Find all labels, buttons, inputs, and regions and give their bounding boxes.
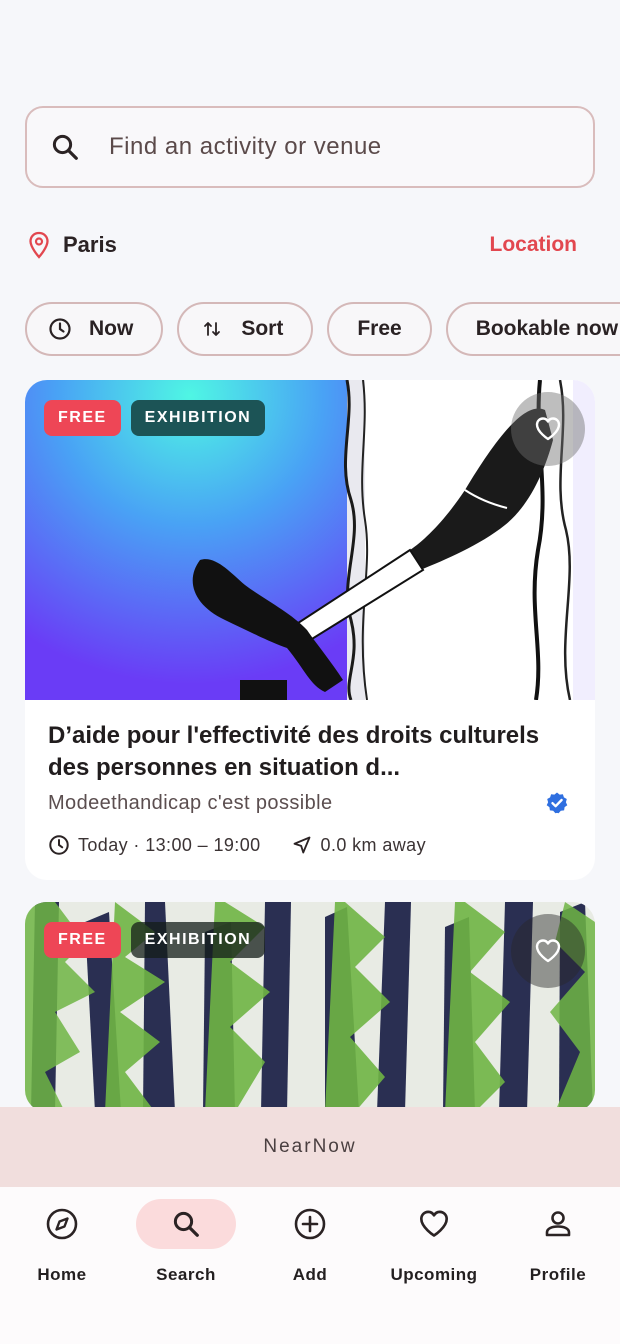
free-badge: FREE (44, 400, 121, 436)
filter-chip-label: Sort (241, 317, 284, 340)
category-badge: EXHIBITION (130, 922, 266, 958)
app-name-banner: NearNow (0, 1107, 620, 1187)
event-meta: Today · 13:00 – 19:00 0.0 km away (48, 834, 572, 856)
filter-chip-free[interactable]: Free (327, 302, 432, 356)
event-organizer-row: Modeethandicap c'est possible (48, 790, 572, 816)
event-card-body: D’aide pour l'effectivité des droits cul… (25, 700, 595, 856)
nav-label: Upcoming (390, 1265, 478, 1284)
event-badges: FREE EXHIBITION (44, 400, 266, 436)
sort-arrows-icon (199, 316, 225, 342)
event-distance: 0.0 km away (320, 834, 426, 855)
heart-icon (535, 417, 561, 441)
heart-icon (535, 939, 561, 963)
filter-chip-label: Now (89, 317, 134, 340)
nav-item-home[interactable]: Home (0, 1199, 124, 1299)
nav-item-profile[interactable]: Profile (496, 1199, 620, 1299)
clock-icon (47, 316, 73, 342)
person-icon (508, 1199, 608, 1249)
nav-label: Profile (529, 1265, 587, 1284)
filter-chips: Now Sort Free Bookable now (25, 302, 620, 356)
location-row: Paris Location (25, 222, 577, 268)
filter-chip-sort[interactable]: Sort (177, 302, 314, 356)
navigation-arrow-icon (291, 834, 313, 856)
event-image: FREE EXHIBITION (25, 902, 595, 1112)
category-badge: EXHIBITION (130, 400, 266, 436)
nav-item-upcoming[interactable]: Upcoming (372, 1199, 496, 1299)
search-icon (136, 1199, 236, 1249)
add-circle-icon (260, 1199, 360, 1249)
current-city: Paris (63, 232, 117, 257)
favorite-button[interactable] (511, 392, 585, 466)
search-input[interactable]: Find an activity or venue (109, 133, 382, 161)
event-title: D’aide pour l'effectivité des droits cul… (48, 722, 540, 781)
filter-chip-label: Bookable now (475, 317, 619, 340)
favorite-button[interactable] (511, 914, 585, 988)
search-icon (47, 129, 83, 165)
event-card[interactable]: FREE EXHIBITION (25, 902, 595, 1112)
nav-item-add[interactable]: Add (248, 1199, 372, 1299)
nav-item-search[interactable]: Search (124, 1199, 248, 1299)
free-badge: FREE (44, 922, 121, 958)
location-button[interactable]: Location (490, 233, 578, 257)
location-pin-icon (25, 229, 53, 261)
bottom-navigation: Home Search Add Upcoming Profile (0, 1187, 620, 1344)
event-image: FREE EXHIBITION (25, 380, 595, 700)
event-time: Today · 13:00 – 19:00 (78, 834, 261, 855)
nav-label: Search (156, 1265, 216, 1284)
event-card[interactable]: FREE EXHIBITION D’aide pour l'effectivit… (25, 380, 595, 880)
event-organizer: Modeethandicap c'est possible (48, 791, 333, 814)
clock-icon (48, 834, 70, 856)
nav-label: Home (37, 1265, 87, 1284)
heart-icon (384, 1199, 484, 1249)
event-badges: FREE EXHIBITION (44, 922, 266, 958)
filter-chip-label: Free (357, 317, 402, 340)
filter-chip-bookable-now[interactable]: Bookable now (445, 302, 620, 356)
filter-chip-now[interactable]: Now (25, 302, 164, 356)
verified-badge-icon (544, 790, 570, 816)
compass-icon (12, 1199, 112, 1249)
search-bar[interactable]: Find an activity or venue (25, 106, 595, 188)
nav-label: Add (292, 1265, 328, 1284)
